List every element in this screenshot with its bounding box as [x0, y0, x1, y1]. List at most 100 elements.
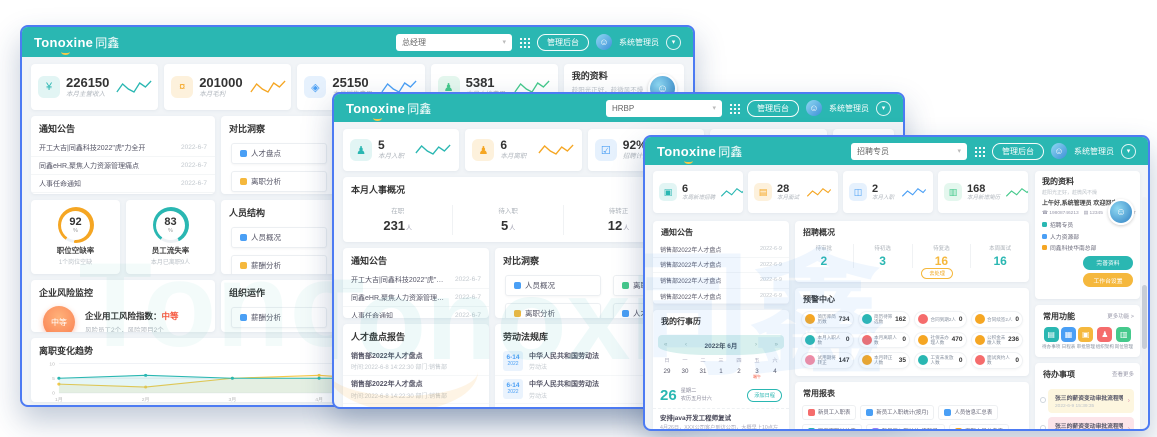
calendar-day[interactable]: 1: [712, 366, 730, 384]
user-menu-chevron[interactable]: ▾: [666, 35, 681, 50]
handle-now-button[interactable]: 去处理: [921, 268, 953, 279]
alert-pill[interactable]: 合同续签2人 0: [971, 311, 1024, 328]
structure-button[interactable]: 薪酬分析: [231, 255, 327, 274]
function-tile[interactable]: ♟ 组织架构: [1096, 327, 1114, 350]
app-logo: Tonoxine同鑫: [346, 100, 431, 117]
stat-label: 本月新增简历: [967, 195, 1000, 201]
calendar-selected-day: 26: [660, 387, 677, 404]
alert-pill[interactable]: 本月入职人数 0: [801, 332, 854, 349]
alert-pill[interactable]: 本月转正人数 35: [858, 352, 911, 369]
alert-value: 162: [895, 316, 906, 323]
username-label: 系统管理员: [829, 103, 869, 114]
insight-button[interactable]: 人才盘点: [231, 143, 327, 164]
alert-pill[interactable]: 公积金未缴人数 236: [971, 332, 1024, 349]
role-select[interactable]: HRBP ▾: [606, 100, 722, 117]
gauge-sublabel: 1个岗位空缺: [31, 257, 120, 266]
more-functions-link[interactable]: 更多功能 >: [1107, 312, 1134, 320]
backstage-button[interactable]: 管理后台: [537, 34, 589, 51]
alert-icon: [862, 314, 872, 324]
function-tile[interactable]: ▤ 待办事项: [1042, 327, 1060, 350]
role-select-value: 总经理: [402, 37, 426, 48]
calendar-prev-year-icon[interactable]: «: [664, 342, 667, 348]
stat-icon: ◫: [849, 183, 867, 201]
profile-action-button[interactable]: 工作台设置: [1083, 273, 1133, 287]
alert-pill[interactable]: 合同到期2人 0: [914, 311, 967, 328]
risk-index-line: 企业用工风险指数：中等: [85, 310, 179, 322]
user-menu-chevron[interactable]: ▾: [876, 101, 891, 116]
function-tile[interactable]: ▥ 岗位管理: [1115, 327, 1133, 350]
username-label: 系统管理员: [1074, 146, 1114, 157]
alert-pill[interactable]: 简历待筛选数 162: [858, 311, 911, 328]
notice-title: 通知公告: [343, 248, 489, 271]
user-menu-chevron[interactable]: ▾: [1121, 144, 1136, 159]
notice-row[interactable]: 销售部2022年人才盘点 2022-6-9: [653, 242, 789, 258]
calendar-day[interactable]: 29: [658, 366, 676, 384]
alert-label: 本月离职人数: [874, 335, 900, 346]
role-select[interactable]: 招聘专员 ▾: [851, 143, 967, 160]
apps-grid-icon[interactable]: [519, 37, 530, 48]
calendar-day[interactable]: 3端午: [748, 366, 766, 384]
notice-row[interactable]: 人事任命通知 2022-6-7: [31, 175, 215, 193]
app-logo: Tonoxine同鑫: [657, 143, 742, 160]
scrollbar-track[interactable]: [1142, 197, 1147, 425]
insight-button[interactable]: 人员概况: [505, 275, 601, 296]
notice-row[interactable]: 销售部2022年人才盘点 2022-6-9: [653, 273, 789, 289]
structure-button[interactable]: 人员概况: [231, 227, 327, 248]
backstage-button[interactable]: 管理后台: [747, 100, 799, 117]
backstage-button[interactable]: 管理后台: [992, 143, 1044, 160]
report-button[interactable]: 历年离职统计表: [802, 424, 862, 431]
apps-grid-icon[interactable]: [729, 103, 740, 114]
info-icon: [1042, 234, 1047, 239]
role-select[interactable]: 总经理 ▾: [396, 34, 512, 51]
info-icon: [1042, 222, 1047, 227]
calendar-prev-month-icon[interactable]: ‹: [685, 342, 687, 348]
calendar-day[interactable]: 31: [694, 366, 712, 384]
calendar-day[interactable]: 4: [766, 366, 784, 384]
todo-item[interactable]: 张三的薪资变动审批流程等待您处理 2022-6-9 15:39:35 ›: [1048, 389, 1134, 413]
stat-label: 本月毛利: [199, 91, 242, 98]
calendar-event-title[interactable]: 安排java开发工程师复试: [653, 408, 789, 423]
function-tile[interactable]: ▣ 审批管理: [1077, 327, 1095, 350]
calendar-day[interactable]: 30: [676, 366, 694, 384]
user-avatar[interactable]: ☺: [596, 34, 612, 50]
notice-row[interactable]: 销售部2022年人才盘点 2022-6-9: [653, 258, 789, 274]
add-schedule-button[interactable]: 添加日程: [747, 389, 782, 402]
user-avatar[interactable]: ☺: [806, 100, 822, 116]
calendar-next-month-icon[interactable]: ›: [755, 342, 757, 348]
avatar[interactable]: ☺: [1108, 199, 1134, 225]
notice-row[interactable]: 开工大吉|同鑫科技2022"虎"力全开 2022-6-7: [31, 139, 215, 157]
report-button[interactable]: 离职人员信息表: [949, 424, 1009, 431]
alert-pill[interactable]: 社保未办理人数 470: [914, 332, 967, 349]
notice-row[interactable]: 开工大吉|同鑫科技2022"虎"力全开 2022-6-7: [343, 271, 489, 289]
report-button-icon: [955, 428, 962, 431]
alert-label: 公积金未缴人数: [987, 335, 1006, 346]
function-tile[interactable]: ▦ 日程表: [1061, 327, 1076, 350]
notice-row[interactable]: 销售部2022年人才盘点 2022-6-9: [653, 289, 789, 305]
notice-row[interactable]: 人事任命通知 2022-6-7: [343, 307, 489, 318]
alert-pill[interactable]: 工资未发放人数 0: [914, 352, 967, 369]
alert-pill[interactable]: 简历库简历数 734: [801, 311, 854, 328]
alert-label: 合同到期2人: [931, 317, 957, 322]
alert-pill[interactable]: 本月离职人数 0: [858, 332, 911, 349]
scrollbar-thumb[interactable]: [1142, 285, 1147, 349]
apps-grid-icon[interactable]: [974, 146, 985, 157]
todo-item[interactable]: 张三的薪资变动审批流程等待您处理加急 2022-6-9 15:39:35 ›: [1048, 417, 1134, 431]
calendar-day[interactable]: 2: [730, 366, 748, 384]
report-button[interactable]: 新员工入职统计(按月): [860, 405, 934, 420]
operation-button[interactable]: 薪酬分析: [231, 307, 327, 328]
report-button[interactable]: 新员工入职表: [802, 405, 856, 420]
user-avatar[interactable]: ☺: [1051, 143, 1067, 159]
report-button[interactable]: 人员信息汇总表: [938, 405, 998, 420]
report-button[interactable]: 新员工入职统计(按部门): [866, 424, 946, 431]
notice-card: 通知公告 开工大吉|同鑫科技2022"虎"力全开 2022-6-7 同鑫eHR,…: [343, 248, 489, 318]
profile-action-button[interactable]: 完善资料: [1083, 256, 1133, 270]
alert-pill[interactable]: 面试爽约人数 0: [971, 352, 1024, 369]
insight-button[interactable]: 离职分析: [505, 303, 601, 318]
button-icon: [622, 310, 629, 317]
notice-row[interactable]: 同鑫eHR,聚焦人力资源管理痛点 2022-6-7: [31, 157, 215, 175]
todo-more-link[interactable]: 查看更多: [1112, 370, 1134, 378]
insight-button[interactable]: 离职分析: [231, 171, 327, 192]
calendar-next-year-icon[interactable]: »: [775, 342, 778, 348]
alert-pill[interactable]: 试用期将转正 147: [801, 352, 854, 369]
notice-row[interactable]: 同鑫eHR,聚焦人力资源管理痛点 2022-6-7: [343, 289, 489, 307]
